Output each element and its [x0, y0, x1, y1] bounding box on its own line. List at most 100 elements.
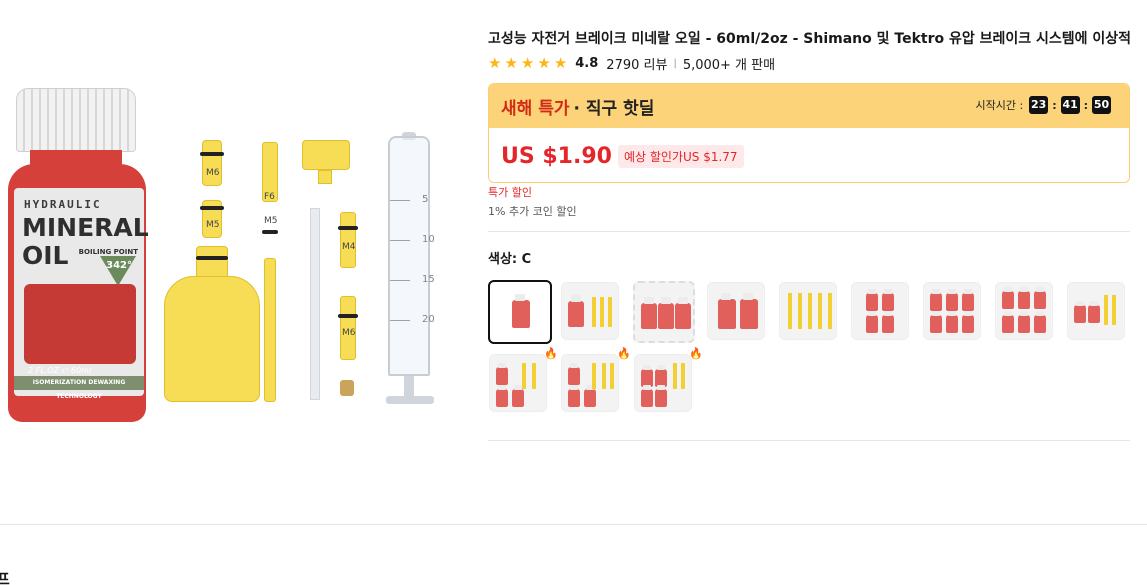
star-icon: ★: [504, 53, 518, 72]
thumb-bottle: [882, 289, 894, 311]
oil-funnel: [164, 276, 260, 402]
o-ring: [200, 152, 224, 156]
syringe-tick: [390, 200, 410, 201]
fire-icon: 🔥: [544, 347, 558, 360]
divider: [488, 231, 1130, 232]
timer-colon: :: [1083, 98, 1088, 112]
label-mineral: MINERAL: [22, 213, 149, 242]
star-icon: ★: [537, 53, 551, 72]
star-icon: ★: [553, 53, 568, 72]
syringe-tick: [390, 320, 410, 321]
thumb-part: [673, 363, 677, 389]
timer-seconds: 50: [1092, 96, 1111, 114]
fire-icon: 🔥: [617, 347, 631, 360]
rating-row[interactable]: ★ ★ ★ ★ ★ 4.8 2790 리뷰 | 5,000+ 개 판매: [488, 53, 775, 73]
color-option-thumb[interactable]: [995, 282, 1053, 340]
syringe-tick: [390, 240, 410, 241]
bleed-rod: [264, 258, 276, 402]
star-icon: ★: [488, 53, 502, 72]
bottle-cap: [16, 88, 136, 152]
timer-minutes: 41: [1060, 96, 1080, 114]
label-volume: 2 FL.OZ ℮ 60ml: [28, 366, 92, 375]
color-option-thumb[interactable]: [489, 354, 547, 412]
thumb-bottle: [946, 311, 958, 333]
thumb-part: [1112, 295, 1116, 325]
product-title: 고성능 자전거 브레이크 미네랄 오일 - 60ml/2oz - Shimano…: [488, 31, 1132, 47]
thumb-bottle: [675, 297, 691, 329]
syringe-mark: 10: [422, 234, 435, 245]
adapter-label-m4: M4: [342, 242, 356, 252]
thumb-bottle: [496, 385, 508, 407]
coin-discount: 1% 추가 코인 할인: [488, 205, 577, 218]
countdown-timer: 시작시간 : 23 : 41 : 50: [975, 96, 1111, 114]
color-option-thumb[interactable]: [779, 282, 837, 340]
thumb-bottle: [946, 289, 958, 311]
adapter-label-f6: F6: [264, 192, 275, 202]
syringe-mark: 15: [422, 274, 435, 285]
color-option-thumb[interactable]: [1067, 282, 1125, 340]
label-degree: 342°: [106, 260, 132, 271]
label-boiling-point: BOILING POINT: [78, 248, 138, 256]
thumb-bottle: [655, 385, 667, 407]
bleed-block: [302, 140, 350, 170]
thumb-part: [522, 363, 526, 389]
timer-label: 시작시간 :: [975, 99, 1024, 112]
thumb-bottle: [641, 385, 653, 407]
thumb-bottle: [512, 294, 530, 328]
color-option-thumb[interactable]: [923, 282, 981, 340]
color-option-thumb[interactable]: [707, 282, 765, 340]
color-option-thumb[interactable]: [561, 282, 619, 340]
sale-label: 특가 할인: [488, 186, 532, 199]
thumb-bottle: [496, 363, 508, 385]
thumb-bottle: [584, 385, 596, 407]
thumb-part: [681, 363, 685, 389]
thumb-bottle: [740, 293, 758, 329]
o-ring: [262, 230, 278, 234]
color-option-thumb[interactable]: [634, 354, 692, 412]
thumb-bottle: [658, 297, 674, 329]
adapter-label-m6b: M6: [342, 328, 356, 338]
label-band: ISOMERIZATION DEWAXING TECHNOLOGY: [14, 376, 144, 400]
thumb-part: [798, 293, 802, 329]
bottle-label: HYDRAULIC MINERAL OIL BOILING POINT 342°…: [14, 188, 149, 400]
thumb-part: [592, 297, 596, 327]
product-main-image[interactable]: HYDRAULIC MINERAL OIL BOILING POINT 342°…: [0, 70, 470, 440]
brass-fitting: [340, 380, 354, 396]
rating-stars: ★ ★ ★ ★ ★: [488, 53, 568, 72]
label-artwork: [24, 284, 136, 364]
color-option-thumb[interactable]: [851, 282, 909, 340]
thumb-bottle: [1034, 287, 1046, 309]
thumb-bottle: [930, 311, 942, 333]
rating-score: 4.8: [575, 55, 599, 71]
thumb-part: [828, 293, 832, 329]
deal-header: 새해 특가 · 직구 핫딜 시작시간 : 23 : 41 : 50: [489, 84, 1129, 128]
color-option-thumb[interactable]: [488, 280, 552, 344]
adapter-m4: [340, 212, 356, 268]
thumb-bottle: [866, 311, 878, 333]
syringe-mark: 20: [422, 314, 435, 325]
thumb-bottle: [718, 293, 736, 329]
o-ring: [338, 226, 358, 230]
deal-banner: 새해 특가 · 직구 핫딜 시작시간 : 23 : 41 : 50 US $1.…: [488, 83, 1130, 183]
bleed-block-stem: [318, 170, 332, 184]
promo-subtitle: · 직구 핫딜: [573, 98, 655, 119]
thumb-bottle: [962, 311, 974, 333]
thumb-bottle: [962, 289, 974, 311]
thumb-part: [600, 297, 604, 327]
thumb-bottle: [568, 385, 580, 407]
bleed-tube: [310, 208, 320, 400]
star-icon: ★: [520, 53, 535, 72]
estimated-price-badge: 예상 할인가US $1.77: [617, 144, 744, 168]
color-option-thumb[interactable]: [561, 354, 619, 412]
thumb-bottle: [1018, 287, 1030, 309]
adapter-label-m5b: M5: [264, 216, 278, 226]
adapter-label-m6: M6: [206, 168, 220, 178]
thumb-bottle: [1018, 311, 1030, 333]
o-ring: [338, 314, 358, 318]
mineral-oil-bottle: HYDRAULIC MINERAL OIL BOILING POINT 342°…: [8, 88, 149, 422]
color-option-thumb[interactable]: [633, 281, 695, 343]
syringe-tick: [390, 280, 410, 281]
review-count-link[interactable]: 2790 리뷰: [606, 54, 667, 73]
thumb-bottle: [1074, 301, 1086, 323]
thumb-part: [592, 363, 596, 389]
